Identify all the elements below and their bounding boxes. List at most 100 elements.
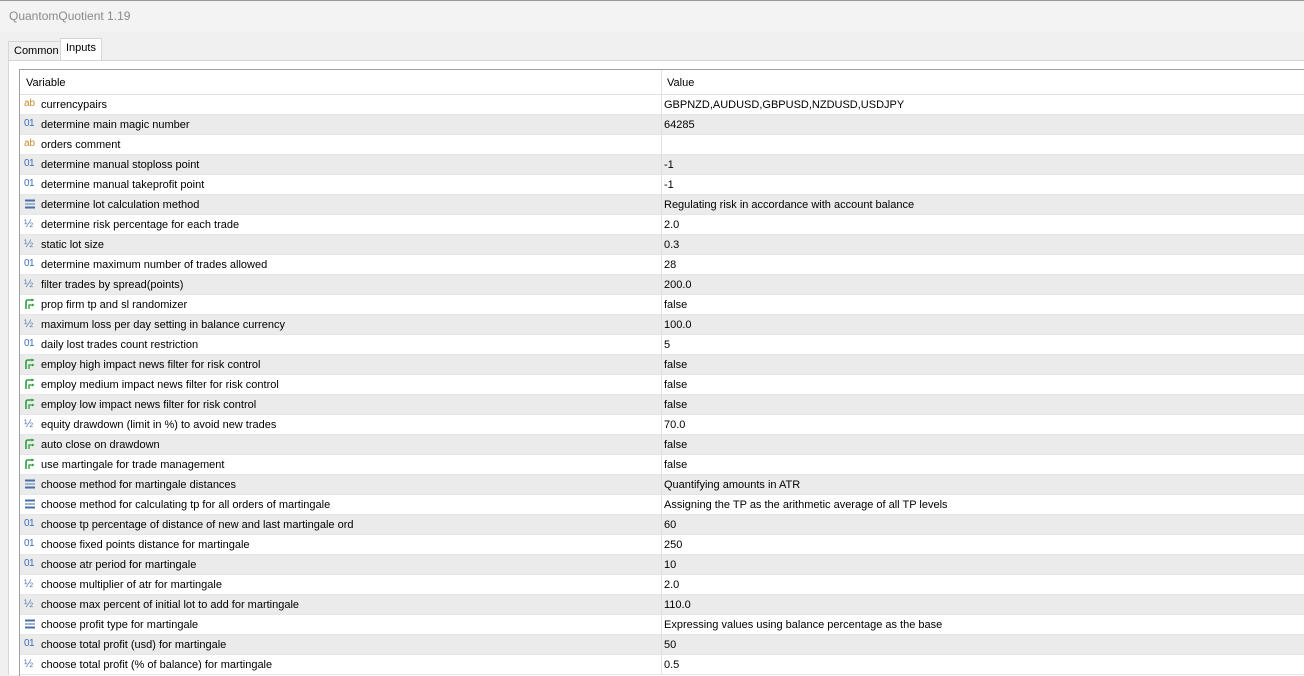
integer-icon: 01 <box>24 158 35 169</box>
variable-name: equity drawdown (limit in %) to avoid ne… <box>41 419 277 431</box>
variable-value[interactable]: false <box>664 379 687 391</box>
enum-icon <box>24 478 36 490</box>
table-row[interactable]: 01 determine main magic number 64285 <box>20 115 1304 135</box>
variable-value[interactable]: Expressing values using balance percenta… <box>664 619 942 631</box>
integer-icon: 01 <box>24 178 35 189</box>
table-row[interactable]: ½ maximum loss per day setting in balance… <box>20 315 1304 335</box>
column-header-value[interactable]: Value <box>667 77 694 89</box>
table-row[interactable]: prop firm tp and sl randomizer false <box>20 295 1304 315</box>
column-divider <box>661 195 662 215</box>
table-row[interactable]: 01 determine manual stoploss point -1 <box>20 155 1304 175</box>
table-row[interactable]: 01 choose fixed points distance for marti… <box>20 535 1304 555</box>
variable-name: prop firm tp and sl randomizer <box>41 299 188 311</box>
variable-value[interactable]: false <box>664 399 687 411</box>
variable-name: choose multiplier of atr for martingale <box>41 579 222 591</box>
variable-value[interactable]: 0.3 <box>664 239 679 251</box>
column-divider <box>661 275 662 295</box>
integer-icon: 01 <box>24 118 35 129</box>
table-row[interactable]: ab currencypairs GBPNZD,AUDUSD,GBPUSD,NZDU… <box>20 95 1304 115</box>
variable-name: choose max percent of initial lot to add… <box>41 599 300 611</box>
string-icon: ab <box>24 98 36 109</box>
variable-name: choose fixed points distance for marting… <box>41 539 250 551</box>
table-row[interactable]: 01 choose total profit (usd) for martinga… <box>20 635 1304 655</box>
variable-value[interactable]: 2.0 <box>664 579 679 591</box>
column-divider <box>661 255 662 275</box>
variable-value[interactable]: 250 <box>664 539 682 551</box>
table-row[interactable]: ½ determine risk percentage for each trad… <box>20 215 1304 235</box>
double-icon: ½ <box>24 318 34 330</box>
variable-value[interactable]: false <box>664 439 687 451</box>
table-row[interactable]: employ high impact news filter for risk … <box>20 355 1304 375</box>
table-row[interactable]: ½ choose max percent of initial lot to ad… <box>20 595 1304 615</box>
variable-value[interactable]: 200.0 <box>664 279 692 291</box>
table-row[interactable]: choose profit type for martingale Express… <box>20 615 1304 635</box>
column-divider <box>661 115 662 135</box>
table-row[interactable]: 01 choose tp percentage of distance of ne… <box>20 515 1304 535</box>
table-row[interactable]: ½ choose multiplier of atr for martingale… <box>20 575 1304 595</box>
table-row[interactable]: 01 determine maximum number of trades all… <box>20 255 1304 275</box>
table-row[interactable]: determine lot calculation method Regulati… <box>20 195 1304 215</box>
variable-value[interactable]: 110.0 <box>664 599 691 611</box>
variable-value[interactable]: -1 <box>664 179 674 191</box>
variable-value[interactable]: 2.0 <box>664 219 679 231</box>
table-row[interactable]: ab orders comment <box>20 135 1304 155</box>
enum-icon <box>24 618 36 630</box>
enum-icon <box>24 498 36 510</box>
column-divider[interactable] <box>661 70 662 94</box>
variable-name: choose total profit (usd) for martingale <box>41 639 227 651</box>
table-row[interactable]: employ medium impact news filter for ris… <box>20 375 1304 395</box>
table-row[interactable]: 01 determine manual takeprofit point -1 <box>20 175 1304 195</box>
table-row[interactable]: choose method for calculating tp for all… <box>20 495 1304 515</box>
variable-name: static lot size <box>41 239 104 251</box>
tab-inputs[interactable]: Inputs <box>60 38 102 61</box>
double-icon: ½ <box>24 278 34 290</box>
variable-value[interactable]: Regulating risk in accordance with accou… <box>664 199 914 211</box>
table-row[interactable]: use martingale for trade management false <box>20 455 1304 475</box>
variable-value[interactable]: false <box>664 299 687 311</box>
bool-icon <box>24 438 36 450</box>
table-row[interactable]: choose method for martingale distances Qu… <box>20 475 1304 495</box>
integer-icon: 01 <box>24 518 35 529</box>
string-icon: ab <box>24 138 36 149</box>
table-row[interactable]: ½ filter trades by spread(points) 200.0 <box>20 275 1304 295</box>
variable-value[interactable]: 70.0 <box>664 419 685 431</box>
column-divider <box>661 655 662 675</box>
inputs-table: Variable Value ab currencypairs GBPNZD,AUD… <box>19 69 1304 676</box>
variable-value[interactable]: false <box>664 359 687 371</box>
integer-icon: 01 <box>24 338 35 349</box>
table-row[interactable]: 01 daily lost trades count restriction 5 <box>20 335 1304 355</box>
variable-value[interactable]: 5 <box>664 339 670 351</box>
variable-value[interactable]: GBPNZD,AUDUSD,GBPUSD,NZDUSD,USDJPY <box>664 99 904 111</box>
variable-value[interactable]: 60 <box>664 519 676 531</box>
variable-value[interactable]: 50 <box>664 639 676 651</box>
variable-value[interactable]: 100.0 <box>664 319 692 331</box>
table-body: ab currencypairs GBPNZD,AUDUSD,GBPUSD,NZDU… <box>20 95 1304 675</box>
variable-value[interactable]: 10 <box>664 559 676 571</box>
column-divider <box>661 355 662 375</box>
variable-value[interactable]: false <box>664 459 687 471</box>
variable-name: orders comment <box>41 139 121 151</box>
integer-icon: 01 <box>24 558 35 569</box>
variable-name: determine risk percentage for each trade <box>41 219 240 231</box>
column-divider <box>661 215 662 235</box>
table-row[interactable]: ½ static lot size 0.3 <box>20 235 1304 255</box>
column-divider <box>661 595 662 615</box>
variable-value[interactable]: 28 <box>664 259 676 271</box>
window-title: QuantomQuotient 1.19 <box>9 9 131 23</box>
double-icon: ½ <box>24 598 34 610</box>
variable-value[interactable]: 0.5 <box>664 659 679 671</box>
table-row[interactable]: auto close on drawdown false <box>20 435 1304 455</box>
variable-value[interactable]: Quantifying amounts in ATR <box>664 479 800 491</box>
table-row[interactable]: ½ equity drawdown (limit in %) to avoid n… <box>20 415 1304 435</box>
double-icon: ½ <box>24 578 34 590</box>
variable-value[interactable]: 64285 <box>664 119 695 131</box>
variable-value[interactable]: Assigning the TP as the arithmetic avera… <box>664 499 948 511</box>
table-row[interactable]: 01 choose atr period for martingale 10 <box>20 555 1304 575</box>
column-header-variable[interactable]: Variable <box>26 77 66 89</box>
tab-common[interactable]: Common <box>8 41 65 60</box>
column-divider <box>661 635 662 655</box>
enum-icon <box>24 198 36 210</box>
variable-value[interactable]: -1 <box>664 159 674 171</box>
table-row[interactable]: ½ choose total profit (% of balance) for … <box>20 655 1304 675</box>
table-row[interactable]: employ low impact news filter for risk c… <box>20 395 1304 415</box>
